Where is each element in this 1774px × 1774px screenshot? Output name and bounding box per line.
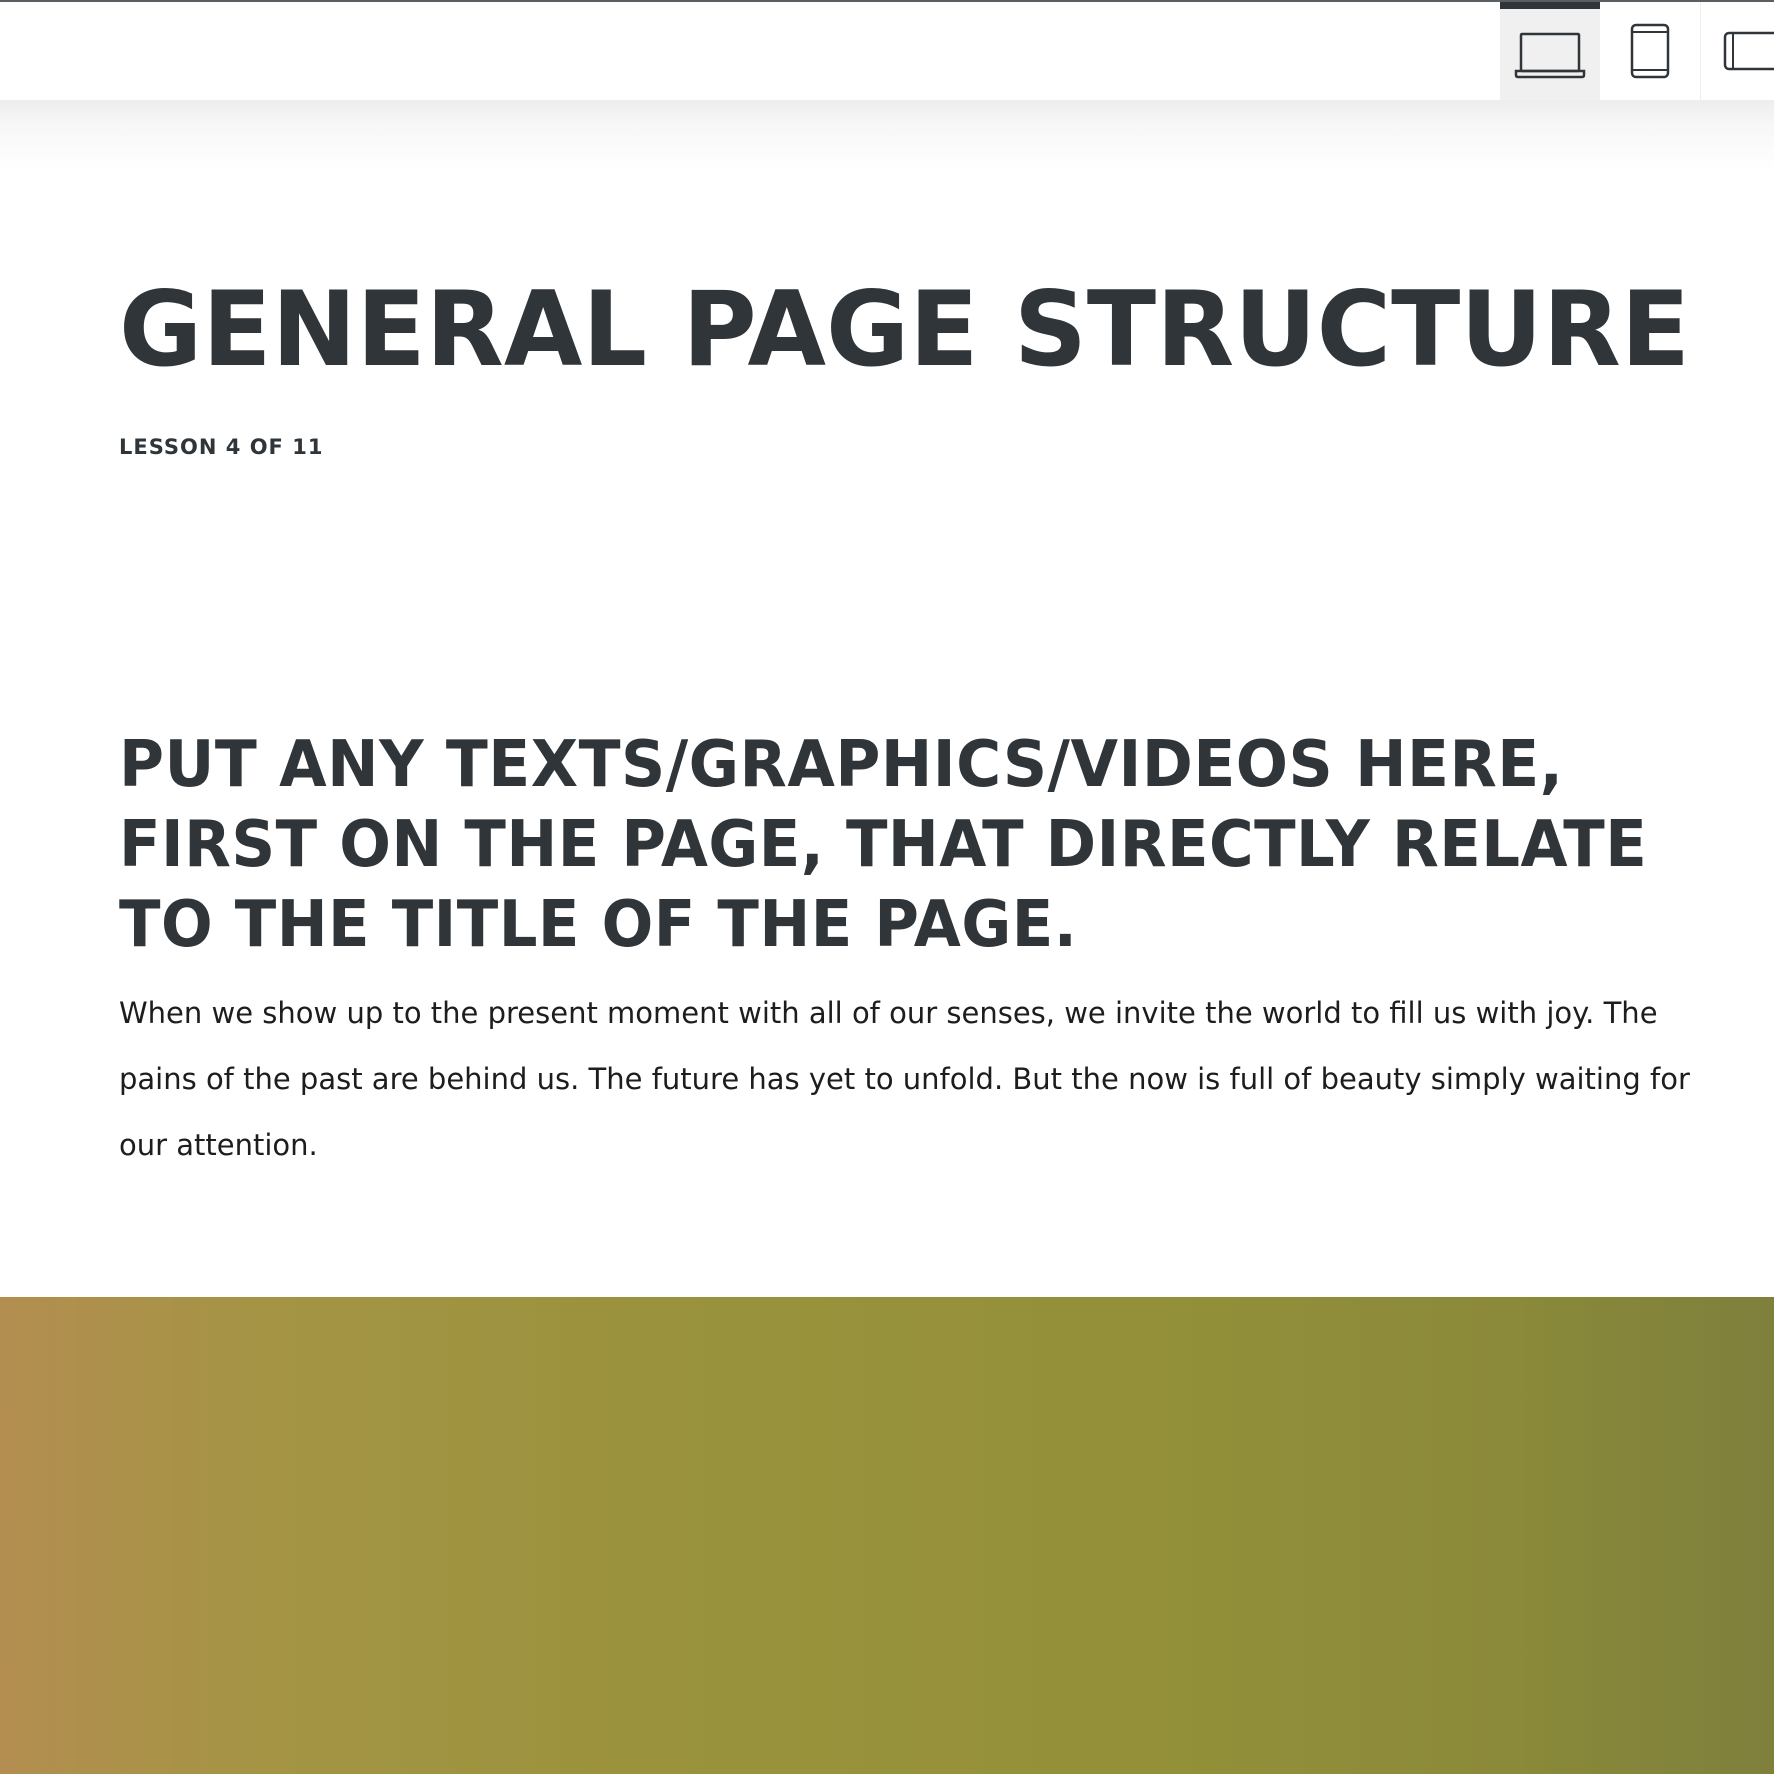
laptop-icon <box>1514 31 1586 79</box>
lesson-progress-label: LESSON 4 OF 11 <box>119 435 324 459</box>
mobile-landscape-view-button[interactable] <box>1700 2 1774 100</box>
body-text-line: our attention. <box>119 1128 318 1162</box>
desktop-view-button[interactable] <box>1500 2 1600 100</box>
gradient-media-section <box>0 1297 1774 1774</box>
section-heading-line: TO THE TITLE OF THE PAGE. <box>119 888 1078 962</box>
toolbar-shadow <box>0 100 1774 170</box>
tablet-view-button[interactable] <box>1600 2 1700 100</box>
section-body-text: When we show up to the present moment wi… <box>119 980 1690 1178</box>
section-heading-line: PUT ANY TEXTS/GRAPHICS/VIDEOS HERE, <box>119 728 1564 802</box>
device-preview-toolbar <box>0 0 1774 100</box>
tablet-icon <box>1628 23 1672 79</box>
page-title: GENERAL PAGE STRUCTURE <box>119 270 1691 390</box>
phone-landscape-icon <box>1723 29 1774 73</box>
body-text-line: When we show up to the present moment wi… <box>119 996 1658 1030</box>
body-text-line: pains of the past are behind us. The fut… <box>119 1062 1690 1096</box>
section-heading: PUT ANY TEXTS/GRAPHICS/VIDEOS HERE, FIRS… <box>119 725 1679 965</box>
section-heading-line: FIRST ON THE PAGE, THAT DIRECTLY RELATE <box>119 808 1648 882</box>
